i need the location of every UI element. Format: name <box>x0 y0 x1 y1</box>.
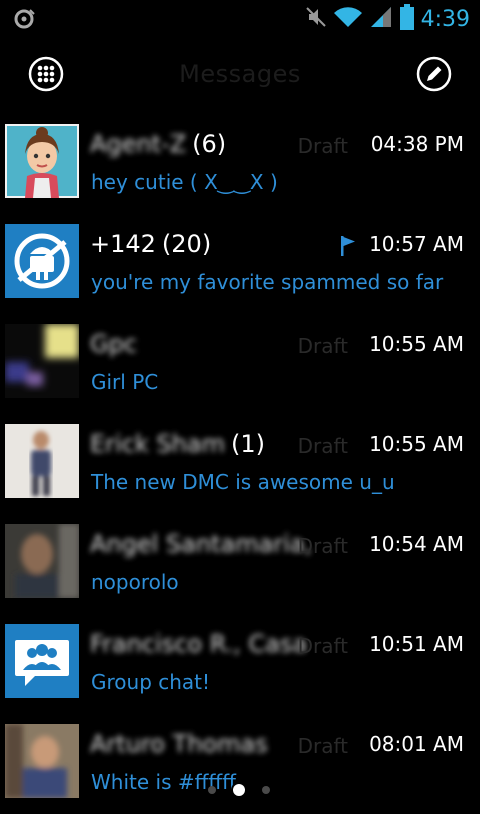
avatar <box>5 524 79 598</box>
battery-icon <box>399 4 415 34</box>
message-time: 10:55 AM <box>369 432 464 456</box>
conversation-row[interactable]: Arturo Thomas Draft 08:01 AM White is #f… <box>0 714 480 814</box>
conversation-list: Agent-Z (6) Draft 04:38 PM hey cutie ( X… <box>0 114 480 814</box>
status-time: 4:39 <box>420 6 470 32</box>
action-bar: Messages <box>0 38 480 112</box>
draft-label: Draft <box>297 534 348 558</box>
compose-button[interactable] <box>414 54 454 94</box>
message-time: 10:54 AM <box>369 532 464 556</box>
page-dot[interactable] <box>262 786 270 794</box>
status-bar: 4:39 <box>0 0 480 38</box>
debug-icon <box>14 8 36 34</box>
conversation-row[interactable]: Agent-Z (6) Draft 04:38 PM hey cutie ( X… <box>0 114 480 214</box>
mute-icon <box>305 5 327 33</box>
message-time: 04:38 PM <box>370 132 464 156</box>
message-count: (1) <box>230 430 265 458</box>
draft-label: Draft <box>297 434 348 458</box>
page-dot[interactable] <box>208 786 216 794</box>
contact-name: Agent-Z <box>90 130 187 158</box>
message-time: 08:01 AM <box>369 732 464 756</box>
message-time: 10:51 AM <box>369 632 464 656</box>
message-count: (20) <box>161 230 212 258</box>
message-count: (6) <box>192 130 227 158</box>
message-preview: Girl PC <box>91 370 159 394</box>
compose-icon <box>414 56 454 98</box>
message-time: 10:57 AM <box>369 232 464 256</box>
message-preview: noporolo <box>91 570 179 594</box>
contact-name: Gpc <box>90 330 138 358</box>
conversation-row[interactable]: Gpc Draft 10:55 AM Girl PC <box>0 314 480 414</box>
message-preview: Group chat! <box>91 670 211 694</box>
draft-label: Draft <box>297 134 348 158</box>
wifi-icon <box>333 5 363 33</box>
signal-icon <box>369 5 393 33</box>
conversation-row[interactable]: Erick Sham (1) Draft 10:55 AM The new DM… <box>0 414 480 514</box>
contact-name: Arturo Thomas <box>90 730 268 758</box>
avatar <box>5 424 79 498</box>
avatar <box>5 624 79 698</box>
contact-name: +142 <box>90 230 156 258</box>
conversation-row[interactable]: Francisco R., Casa Draft 10:51 AM Group … <box>0 614 480 714</box>
message-preview: you're my favorite spammed so far <box>91 270 444 294</box>
page-indicator <box>0 782 480 798</box>
avatar <box>5 324 79 398</box>
contact-name: Angel Santamaria, <box>90 530 313 558</box>
page-title: Messages <box>179 60 301 88</box>
message-preview: The new DMC is awesome u_u <box>91 470 395 494</box>
draft-label: Draft <box>297 634 348 658</box>
contact-name: Francisco R., Casa <box>90 630 308 658</box>
conversation-row[interactable]: +142 (20) 10:57 AM you're my favorite sp… <box>0 214 480 314</box>
draft-label: Draft <box>297 334 348 358</box>
draft-label: Draft <box>297 734 348 758</box>
page-dot-active[interactable] <box>233 784 245 796</box>
contact-name: Erick Sham <box>90 430 225 458</box>
flag-icon <box>340 236 356 256</box>
message-time: 10:55 AM <box>369 332 464 356</box>
message-preview: hey cutie ( X‿‿X ) <box>91 170 278 194</box>
avatar <box>5 124 79 198</box>
conversation-row[interactable]: Angel Santamaria, Draft 10:54 AM noporol… <box>0 514 480 614</box>
avatar <box>5 224 79 298</box>
